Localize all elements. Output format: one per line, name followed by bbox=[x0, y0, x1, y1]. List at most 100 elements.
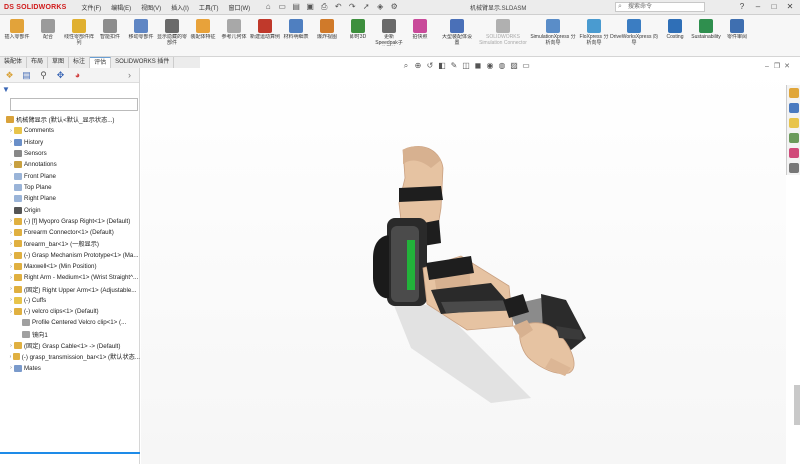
custom-properties-icon[interactable] bbox=[788, 163, 799, 173]
tree-node[interactable]: Top Plane bbox=[0, 182, 140, 193]
select-icon[interactable]: ➚ bbox=[361, 2, 371, 12]
tree-node[interactable]: › (-) grasp_transmission_bar<1> (默认状态... bbox=[0, 351, 140, 362]
assembly-model[interactable] bbox=[141, 68, 786, 464]
command-button-19[interactable]: Costing bbox=[660, 17, 690, 55]
tree-node[interactable]: › Mates bbox=[0, 363, 140, 374]
print-icon[interactable]: ⎙ bbox=[319, 2, 329, 12]
tree-node[interactable]: › (-) [f] Myopro Grasp Right<1> (Default) bbox=[0, 216, 140, 227]
tree-node[interactable]: › forearm_bar<1> (一般显示) bbox=[0, 238, 140, 249]
tree-node[interactable]: › History bbox=[0, 137, 140, 148]
tree-node[interactable]: › Annotations bbox=[0, 159, 140, 170]
resources-icon[interactable] bbox=[788, 88, 799, 98]
menu-edit[interactable]: 编辑(E) bbox=[106, 3, 136, 12]
zoom-to-fit-icon[interactable]: ⌕ bbox=[401, 61, 411, 71]
apply-scene-icon[interactable]: ▨ bbox=[509, 61, 519, 71]
command-button-2[interactable]: 线性零部件阵列 bbox=[64, 17, 94, 55]
tab-5[interactable]: SOLIDWORKS 插件 bbox=[111, 57, 175, 68]
tree-node[interactable]: › (-) Cuffs bbox=[0, 295, 140, 306]
filter-icon[interactable]: ▼ bbox=[2, 85, 10, 94]
section-view-icon[interactable]: ◧ bbox=[437, 61, 447, 71]
minimize-button[interactable]: – bbox=[750, 1, 766, 13]
tree-node[interactable]: › Maxwell<1> (Min Position) bbox=[0, 261, 140, 272]
command-button-10[interactable]: 爆炸视图 bbox=[312, 17, 342, 55]
command-button-17[interactable]: FloXpress 分析向导 bbox=[579, 17, 609, 55]
right-scrollbar[interactable] bbox=[794, 385, 800, 425]
tab-2[interactable]: 草图 bbox=[48, 57, 70, 68]
undo-icon[interactable]: ↶ bbox=[333, 2, 343, 12]
menu-tools[interactable]: 工具(T) bbox=[194, 3, 224, 12]
command-button-6[interactable]: 装配体特征 bbox=[188, 17, 218, 55]
menu-insert[interactable]: 插入(I) bbox=[166, 3, 194, 12]
command-button-13[interactable]: 拍快照 bbox=[405, 17, 435, 55]
home-icon[interactable]: ⌂ bbox=[263, 2, 273, 12]
close-button[interactable]: ✕ bbox=[782, 1, 798, 13]
new-document-icon[interactable]: ▭ bbox=[277, 2, 287, 12]
menu-window[interactable]: 窗口(W) bbox=[224, 3, 256, 12]
tree-node[interactable]: › (固定) Grasp Cable<1> -> (Default) bbox=[0, 340, 140, 351]
previous-view-icon[interactable]: ↺ bbox=[425, 61, 435, 71]
tab-3[interactable]: 标注 bbox=[69, 57, 91, 68]
redo-icon[interactable]: ↷ bbox=[347, 2, 357, 12]
command-button-12[interactable]: 更新Speedpak子装配体 bbox=[374, 17, 404, 55]
view-orientation-icon[interactable]: ◫ bbox=[461, 61, 471, 71]
command-button-3[interactable]: 智能扣件 bbox=[95, 17, 125, 55]
dimxpert-tab-icon[interactable]: ✥ bbox=[53, 69, 68, 82]
configuration-manager-tab-icon[interactable]: ⚲ bbox=[36, 69, 51, 82]
tree-node[interactable]: › (固定) Right Upper Arm<1> (Adjustable... bbox=[0, 283, 140, 294]
property-manager-tab-icon[interactable]: ▤ bbox=[19, 69, 34, 82]
display-manager-tab-icon[interactable]: ◕ bbox=[70, 69, 85, 82]
view-palette-icon[interactable] bbox=[788, 133, 799, 143]
tree-node[interactable]: 机械臂显示 (默认<默认_显示状态...) bbox=[0, 114, 140, 125]
tree-node[interactable]: Sensors bbox=[0, 148, 140, 159]
command-button-21[interactable]: 零件审阅 bbox=[722, 17, 752, 55]
command-button-11[interactable]: 即时3D bbox=[343, 17, 373, 55]
command-button-9[interactable]: 材料明细表 bbox=[281, 17, 311, 55]
zoom-area-icon[interactable]: ⊕ bbox=[413, 61, 423, 71]
tree-node[interactable]: Origin bbox=[0, 204, 140, 215]
display-style-icon[interactable]: ◼ bbox=[473, 61, 483, 71]
hide-show-icon[interactable]: ◉ bbox=[485, 61, 495, 71]
command-button-16[interactable]: SimulationXpress 分析向导 bbox=[529, 17, 577, 55]
open-icon[interactable]: ▤ bbox=[291, 2, 301, 12]
tree-node[interactable]: Profile Centered Velcro clip<1> (... bbox=[0, 317, 140, 328]
viewport-close-button[interactable]: ✕ bbox=[782, 62, 792, 71]
tree-node[interactable]: › (-) Grasp Mechanism Prototype<1> (Ma... bbox=[0, 250, 140, 261]
graphics-viewport[interactable] bbox=[141, 68, 786, 464]
menu-file[interactable]: 文件(F) bbox=[77, 3, 107, 12]
tab-1[interactable]: 布局 bbox=[27, 57, 49, 68]
file-explorer-icon[interactable] bbox=[788, 118, 799, 128]
command-button-14[interactable]: 大型装配体设置 bbox=[442, 17, 472, 55]
command-button-15[interactable]: SOLIDWORKS Simulation Connector bbox=[479, 17, 527, 55]
tree-filter-input[interactable] bbox=[10, 98, 138, 111]
design-library-icon[interactable] bbox=[788, 103, 799, 113]
search-commands-input[interactable]: ⌕ 搜索命令 bbox=[615, 2, 705, 12]
save-icon[interactable]: ▣ bbox=[305, 2, 315, 12]
dynamic-annotation-icon[interactable]: ✎ bbox=[449, 61, 459, 71]
command-button-4[interactable]: 移动零部件 bbox=[126, 17, 156, 55]
feature-manager-tab-icon[interactable]: ❖ bbox=[2, 69, 17, 82]
tree-node[interactable]: Right Plane bbox=[0, 193, 140, 204]
rollback-bar[interactable] bbox=[0, 452, 140, 454]
tree-node[interactable]: 镜向1 bbox=[0, 329, 140, 340]
options-icon[interactable]: ⚙ bbox=[389, 2, 399, 12]
viewport-restore-button[interactable]: ❐ bbox=[772, 62, 782, 71]
view-settings-icon[interactable]: ▭ bbox=[521, 61, 531, 71]
command-button-0[interactable]: 插入零部件 bbox=[2, 17, 32, 55]
tree-node[interactable]: › Forearm Connector<1> (Default) bbox=[0, 227, 140, 238]
panel-expand-icon[interactable]: › bbox=[122, 69, 137, 82]
command-button-5[interactable]: 显示隐藏的零部件 bbox=[157, 17, 187, 55]
command-button-8[interactable]: 新建运动算例 bbox=[250, 17, 280, 55]
maximize-button[interactable]: □ bbox=[766, 1, 782, 13]
appearances-icon[interactable] bbox=[788, 148, 799, 158]
help-icon[interactable]: ? bbox=[734, 1, 750, 13]
tab-0[interactable]: 装配体 bbox=[0, 57, 28, 68]
edit-appearance-icon[interactable]: ◍ bbox=[497, 61, 507, 71]
tree-node[interactable]: › Right Arm - Medium<1> (Wrist Straight^.… bbox=[0, 272, 140, 283]
rebuild-icon[interactable]: ◈ bbox=[375, 2, 385, 12]
solidworks-logo[interactable]: DS SOLIDWORKS bbox=[0, 0, 71, 15]
command-button-1[interactable]: 配合 bbox=[33, 17, 63, 55]
tab-4[interactable]: 评估 bbox=[90, 57, 112, 68]
viewport-minimize-button[interactable]: – bbox=[762, 62, 772, 71]
tree-node[interactable]: › Comments bbox=[0, 125, 140, 136]
command-button-20[interactable]: Sustainability bbox=[691, 17, 721, 55]
